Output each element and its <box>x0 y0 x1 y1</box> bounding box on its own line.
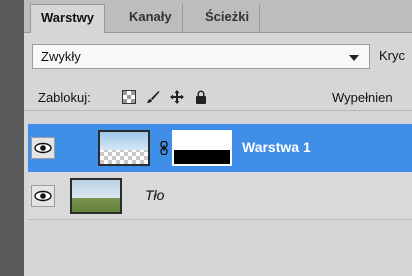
lock-image-pixels-icon[interactable] <box>146 90 160 104</box>
opacity-label: Kryc <box>379 48 405 63</box>
lock-transparent-pixels-icon[interactable] <box>122 90 136 104</box>
chain-link-icon[interactable] <box>159 141 169 155</box>
layers-empty-area <box>28 221 412 276</box>
eye-icon <box>34 190 52 202</box>
eye-icon <box>34 142 52 154</box>
blend-mode-select[interactable]: Zwykły <box>32 44 370 69</box>
thumbnail-land <box>72 198 120 212</box>
thumbnail-sky <box>100 132 148 150</box>
layer-row-tlo[interactable]: Tło <box>28 172 412 220</box>
lock-all-icon[interactable] <box>194 90 208 104</box>
mask-black-area <box>174 150 230 164</box>
lock-label: Zablokuj: <box>38 90 91 105</box>
layer-visibility-toggle[interactable] <box>31 185 55 207</box>
layer-name[interactable]: Tło <box>145 187 164 203</box>
layer-thumbnail[interactable] <box>98 130 150 166</box>
dropdown-arrow-icon <box>349 55 359 61</box>
layer-row-warstwa-1[interactable]: Warstwa 1 <box>28 124 412 172</box>
layer-name[interactable]: Warstwa 1 <box>242 139 311 155</box>
layers-panel: Warstwy Kanały Ścieżki Zwykły Kryc Zablo… <box>24 0 412 276</box>
lock-position-icon[interactable] <box>170 90 184 104</box>
tab-paths[interactable]: Ścieżki <box>195 4 261 32</box>
left-dock-strip <box>0 0 24 276</box>
layer-visibility-toggle[interactable] <box>31 137 55 159</box>
tab-channels[interactable]: Kanały <box>119 4 183 32</box>
panel-tab-bar: Warstwy Kanały Ścieżki <box>24 0 412 33</box>
layer-thumbnail[interactable] <box>70 178 122 214</box>
blend-mode-value: Zwykły <box>41 49 81 64</box>
fill-label: Wypełnien <box>332 90 393 105</box>
layer-mask-thumbnail[interactable] <box>172 130 232 166</box>
thumbnail-sky <box>72 180 120 200</box>
lock-row: Zablokuj: Wypełnien <box>24 82 412 111</box>
tab-layers[interactable]: Warstwy <box>30 4 105 33</box>
